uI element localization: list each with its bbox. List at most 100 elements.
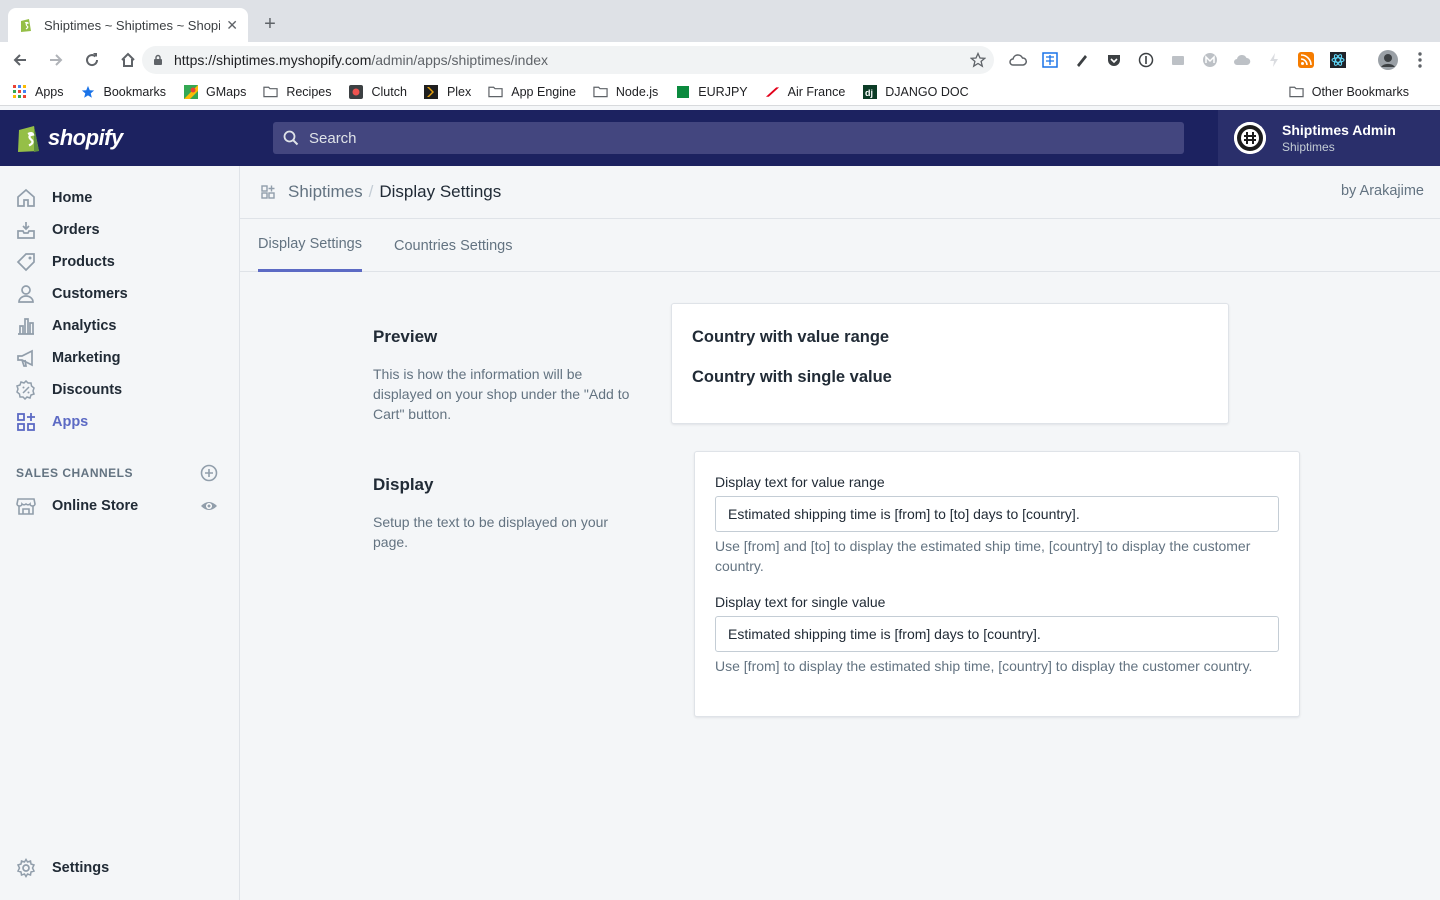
onepassword-extension-icon[interactable] <box>1136 50 1156 70</box>
new-tab-button[interactable]: + <box>258 12 282 36</box>
bookmark-label: Other Bookmarks <box>1311 84 1409 99</box>
extensions-row <box>1008 50 1430 70</box>
add-sales-channel-icon[interactable] <box>200 464 218 482</box>
browser-tab[interactable]: Shiptimes ~ Shiptimes ~ Shopify ✕ <box>8 8 248 42</box>
rss-extension-icon[interactable] <box>1296 50 1316 70</box>
sidebar-item-marketing[interactable]: Marketing <box>16 346 121 370</box>
profile-avatar-icon[interactable] <box>1378 50 1398 70</box>
display-section-title: Display <box>373 475 434 494</box>
search-placeholder: Search <box>309 129 357 147</box>
tag-icon <box>16 253 35 272</box>
bookmark-label: Apps <box>35 84 64 99</box>
pen-extension-icon[interactable] <box>1072 50 1092 70</box>
reload-button[interactable] <box>76 44 108 76</box>
bookmark-label: EURJPY <box>698 84 748 99</box>
shopify-logo[interactable]: shopify <box>0 110 240 166</box>
preview-range-text: Country with value range <box>692 328 890 346</box>
bookmark-bookmarks[interactable]: Bookmarks <box>81 84 167 99</box>
bookmark-apps[interactable]: Apps <box>12 84 64 99</box>
star-icon <box>81 84 96 99</box>
sidebar-item-analytics[interactable]: Analytics <box>16 314 116 338</box>
tab-display-settings[interactable]: Display Settings <box>258 219 362 272</box>
lock-icon <box>154 54 162 65</box>
sidebar-item-label: Online Store <box>52 498 139 514</box>
pocket-extension-icon[interactable] <box>1104 50 1124 70</box>
shopify-wordmark: shopify <box>48 125 123 150</box>
browser-menu-icon[interactable] <box>1410 50 1430 70</box>
sidebar-item-apps[interactable]: Apps <box>16 410 88 434</box>
view-store-eye-icon[interactable] <box>200 497 218 515</box>
bookmark-air-france[interactable]: Air France <box>765 84 845 99</box>
bookmark-recipes[interactable]: Recipes <box>263 84 332 99</box>
back-button[interactable] <box>4 44 36 76</box>
tab-countries-settings[interactable]: Countries Settings <box>394 219 512 272</box>
bookmark-clutch[interactable]: Clutch <box>349 84 407 99</box>
settings-tabs: Display Settings Countries Settings <box>240 219 1440 272</box>
person-icon <box>18 285 34 303</box>
preview-section-description: This is how the information will be disp… <box>373 366 630 422</box>
sidebar-item-label: Products <box>52 254 115 270</box>
single-text-input[interactable] <box>715 616 1279 652</box>
sidebar-item-online-store[interactable]: Online Store <box>16 494 138 518</box>
chart-icon <box>675 84 690 99</box>
folder-extension-icon[interactable] <box>1168 50 1188 70</box>
sidebar-item-settings[interactable]: Settings <box>16 856 109 880</box>
bookmark-django-doc[interactable]: dj DJANGO DOC <box>862 84 969 99</box>
sidebar-item-discounts[interactable]: Discounts <box>16 378 122 402</box>
range-text-input[interactable] <box>715 496 1279 532</box>
close-tab-icon[interactable]: ✕ <box>226 17 238 34</box>
home-icon <box>17 188 35 207</box>
bookmark-gmaps[interactable]: GMaps <box>183 84 246 99</box>
orders-icon <box>17 222 35 239</box>
plex-icon <box>424 84 439 99</box>
svg-text:dj: dj <box>865 88 873 98</box>
breadcrumb-app[interactable]: Shiptimes <box>288 182 363 202</box>
bookmarks-bar: Apps Bookmarks GMaps Recipes Clutch Plex… <box>0 78 1440 106</box>
sidebar: Home Orders Products Customers Analytics… <box>0 166 240 900</box>
bookmark-star-icon[interactable] <box>970 52 986 68</box>
bookmark-eurjpy[interactable]: EURJPY <box>675 84 748 99</box>
preview-card: Country with value range Country with si… <box>671 303 1229 424</box>
bookmark-label: Bookmarks <box>103 84 167 99</box>
forward-button[interactable] <box>40 44 72 76</box>
avatar <box>1234 122 1266 154</box>
sidebar-item-label: Settings <box>52 860 110 876</box>
sidebar-item-products[interactable]: Products <box>16 250 115 274</box>
gmail-extension-icon[interactable] <box>1200 50 1220 70</box>
range-text-label: Display text for value range <box>715 474 885 490</box>
upload-extension-icon[interactable] <box>1232 50 1252 70</box>
clutch-icon <box>349 84 364 99</box>
cloud-extension-icon[interactable] <box>1008 50 1028 70</box>
airfrance-icon <box>765 84 780 99</box>
sidebar-item-home[interactable]: Home <box>16 186 92 210</box>
translate-extension-icon[interactable] <box>1040 50 1060 70</box>
sidebar-item-label: Customers <box>52 286 128 302</box>
url-path: /admin/apps/shiptimes/index <box>371 52 549 68</box>
range-text-help: Use [from] and [to] to display the estim… <box>715 538 1251 574</box>
bookmark-nodejs[interactable]: Node.js <box>593 84 658 99</box>
bookmark-label: DJANGO DOC <box>885 84 969 99</box>
admin-search-input[interactable]: Search <box>273 122 1184 154</box>
shop-avatar-icon <box>1234 122 1266 154</box>
bookmark-other[interactable]: Other Bookmarks <box>1289 84 1409 99</box>
bookmark-plex[interactable]: Plex <box>424 84 471 99</box>
bookmark-label: App Engine <box>511 84 576 99</box>
bookmark-label: GMaps <box>206 84 247 99</box>
react-extension-icon[interactable] <box>1328 50 1348 70</box>
main-content: Shiptimes / Display Settings by Arakajim… <box>240 166 1440 900</box>
home-button[interactable] <box>112 44 144 76</box>
sidebar-item-orders[interactable]: Orders <box>16 218 100 242</box>
megaphone-icon <box>17 349 33 367</box>
bolt-extension-icon[interactable] <box>1264 50 1284 70</box>
sidebar-item-label: Orders <box>52 222 100 238</box>
apps-grid-icon <box>12 84 27 99</box>
sidebar-item-customers[interactable]: Customers <box>16 282 128 306</box>
address-bar[interactable]: https://shiptimes.myshopify.com/admin/ap… <box>142 46 994 74</box>
user-menu[interactable]: Shiptimes Admin Shiptimes <box>1218 110 1440 166</box>
app-breadcrumb-icon <box>261 185 275 199</box>
gear-icon <box>16 858 36 878</box>
bookmark-label: Clutch <box>371 84 407 99</box>
bookmark-app-engine[interactable]: App Engine <box>488 84 576 99</box>
user-name: Shiptimes Admin <box>1282 122 1396 138</box>
bookmark-label: Plex <box>446 84 472 99</box>
